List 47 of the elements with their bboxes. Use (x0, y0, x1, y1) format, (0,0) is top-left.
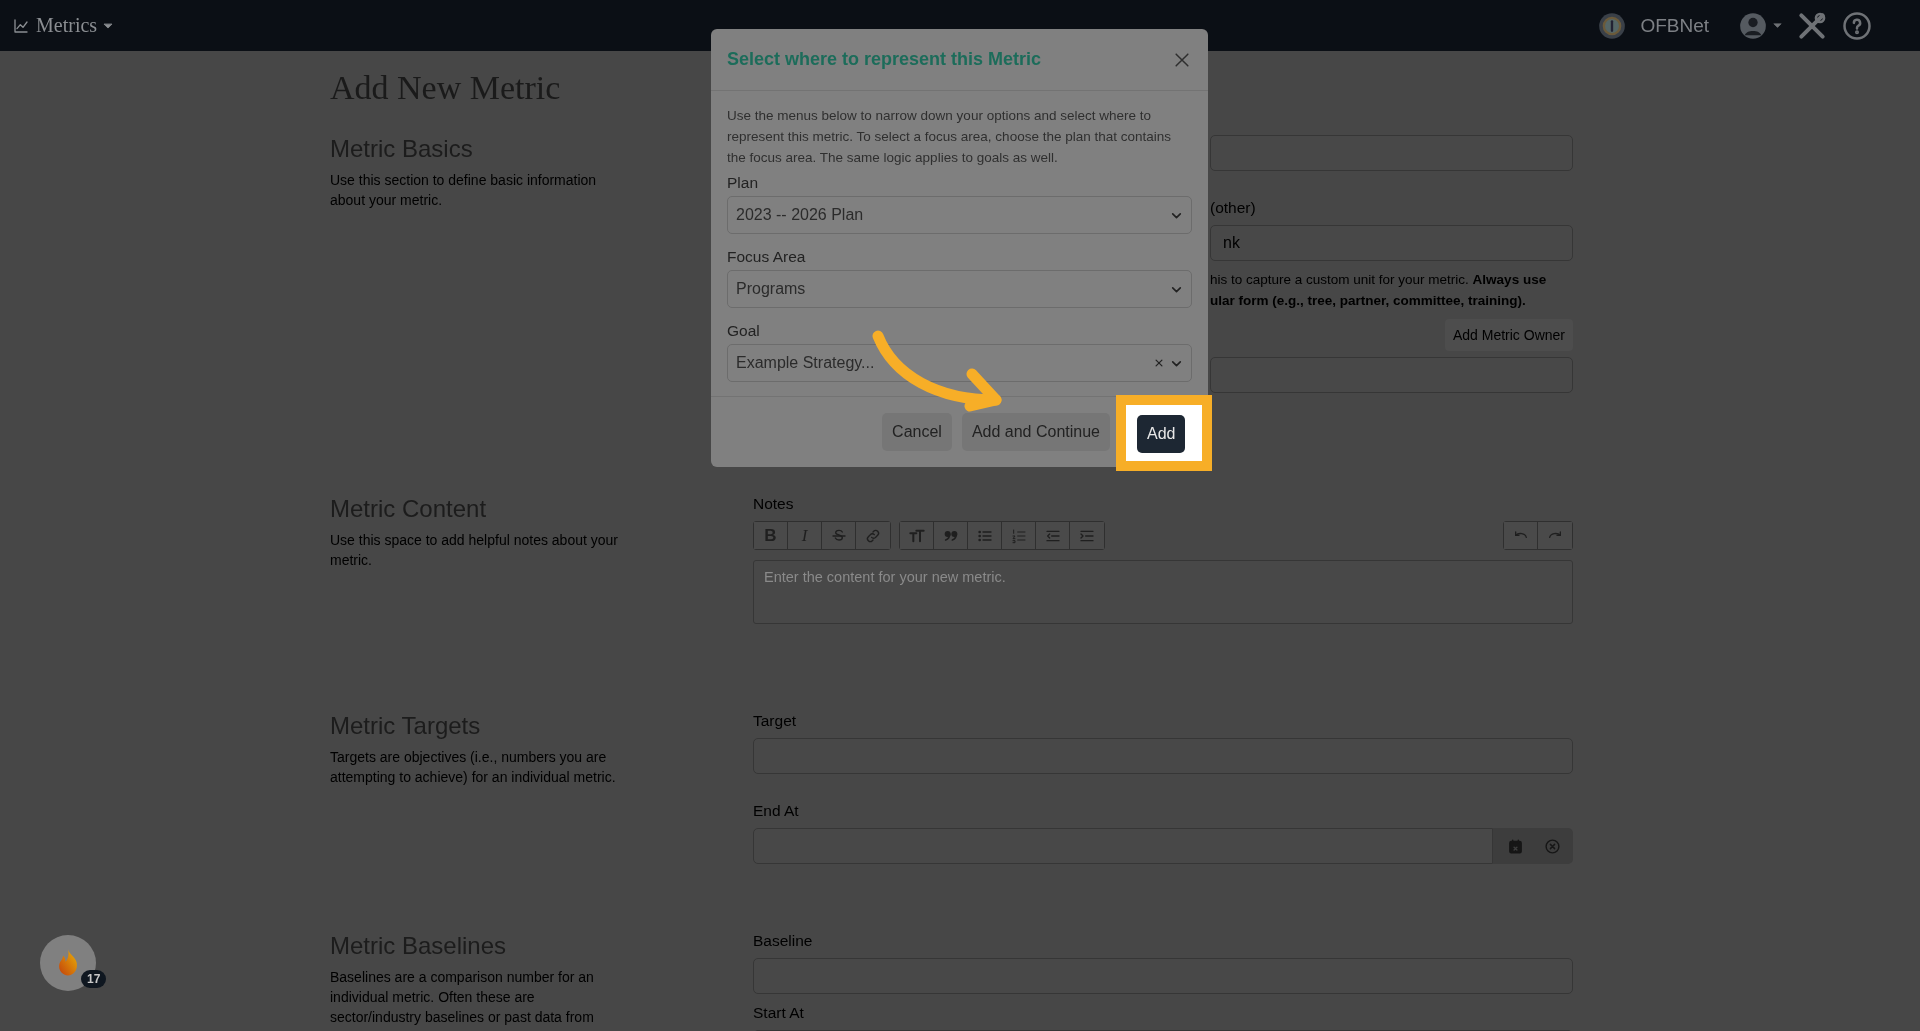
heading-button[interactable] (900, 522, 934, 549)
calendar-button[interactable] (1507, 837, 1524, 855)
add-button[interactable]: Add (1137, 415, 1186, 453)
section-description: Use this section to define basic information about your metric. (330, 170, 598, 210)
user-menu[interactable] (1739, 11, 1782, 40)
help-icon (1842, 10, 1872, 41)
section-description: Targets are objectives (i.e., numbers you are attempting to achieve) for an individual metric. (330, 747, 617, 787)
helper-text: his to capture a custom unit for your metric. Always use (1210, 271, 1548, 289)
clear-icon (1154, 358, 1164, 368)
avatar-icon (1739, 11, 1767, 40)
field-label: Notes (753, 495, 795, 513)
field-label: Focus Area (727, 248, 807, 266)
numbered-list-icon (1010, 527, 1027, 544)
select-field[interactable]: Example Strategy... (727, 344, 1192, 382)
org-logo-icon (1598, 11, 1627, 40)
helper-text: ular form (e.g., tree, partner, committee, training). (1210, 292, 1527, 310)
dialog-title: Select where to represent this Metric (727, 49, 1043, 70)
help-button[interactable] (1842, 10, 1872, 41)
dialog-button[interactable]: Add and Continue (961, 413, 1110, 451)
field-label: Plan (727, 174, 760, 192)
field-label: Start At (753, 1004, 805, 1022)
clear-icon (1544, 837, 1561, 855)
field-label: End At (753, 802, 800, 820)
dialog-text: Use the menus below to narrow down your options and select where to represent this metric. To select a focus area, choose the plan that contains the focus area. The same logic applies to goals as well. (727, 107, 1172, 167)
select-field[interactable]: 2023 -- 2026 Plan (727, 196, 1192, 234)
organization-name: OFBNet (1640, 14, 1709, 37)
add-owner-button[interactable]: Add Metric Owner (1444, 319, 1573, 351)
field-label: Goal (727, 322, 761, 340)
chart-icon (12, 17, 30, 34)
clear-button[interactable] (1544, 837, 1561, 855)
text-size-icon (907, 527, 926, 544)
field-label: (other) (1210, 199, 1257, 217)
section-description: Baselines are a comparison number for an individual metric. Often these are sector/industry baselines or past data from (330, 967, 595, 1027)
select-field[interactable]: Programs (727, 270, 1192, 308)
undo-button[interactable] (1504, 522, 1538, 549)
field-label: Target (753, 712, 798, 730)
app-menu[interactable]: Metrics (12, 14, 114, 37)
section-description: Use this space to add helpful notes about your metric. (330, 530, 619, 570)
notes-editor[interactable]: Enter the content for your new metric. (753, 560, 1573, 624)
strikethrough-icon (830, 527, 847, 544)
caret-icon (1773, 21, 1782, 30)
link-icon (865, 527, 881, 544)
count-badge: 17 (81, 970, 107, 988)
field-label: Baseline (753, 932, 814, 950)
calendar-icon (1507, 837, 1524, 855)
dialog-button[interactable]: Cancel (882, 413, 952, 451)
unit-field[interactable]: nk (1210, 225, 1573, 261)
